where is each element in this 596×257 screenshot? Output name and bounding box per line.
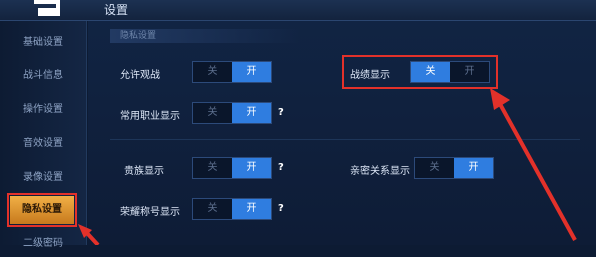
toggle-off-option[interactable]: 关 <box>415 158 454 178</box>
sidebar-item-controls[interactable]: 操作设置 <box>0 97 86 123</box>
toggle-on-option[interactable]: 开 <box>232 199 271 219</box>
settings-sidebar: 基础设置 战斗信息 操作设置 音效设置 录像设置 隐私设置 二级密码 <box>0 21 87 249</box>
toggle-on-option[interactable]: 开 <box>232 158 271 178</box>
setting-label-noble-display: 贵族显示 <box>124 166 164 177</box>
toggle-on-option[interactable]: 开 <box>232 62 271 82</box>
annotation-highlight-box <box>342 55 498 89</box>
toggle-allow-spectate[interactable]: 关 开 <box>192 61 272 83</box>
page-title: 设置 <box>104 3 129 17</box>
sidebar-item-privacy[interactable]: 隐私设置 <box>7 193 77 227</box>
setting-label-allow-spectate: 允许观战 <box>120 70 160 81</box>
section-title: 隐私设置 <box>110 29 300 43</box>
help-icon[interactable]: ? <box>278 203 284 214</box>
help-icon[interactable]: ? <box>278 107 284 118</box>
help-icon[interactable]: ? <box>278 162 284 173</box>
toggle-on-option[interactable]: 开 <box>454 158 493 178</box>
sidebar-item-replay[interactable]: 录像设置 <box>0 165 86 191</box>
top-bar: 设置 <box>0 0 596 21</box>
toggle-common-roles[interactable]: 关 开 <box>192 102 272 124</box>
setting-label-common-roles: 常用职业显示 <box>120 111 180 122</box>
sidebar-item-basic-settings[interactable]: 基础设置 <box>0 30 86 56</box>
toggle-off-option[interactable]: 关 <box>193 103 232 123</box>
sidebar-item-battle-info[interactable]: 战斗信息 <box>0 63 86 89</box>
toggle-on-option[interactable]: 开 <box>232 103 271 123</box>
sidebar-item-sound[interactable]: 音效设置 <box>0 131 86 157</box>
toggle-intimacy-display[interactable]: 关 开 <box>414 157 494 179</box>
sidebar-item-secondary-password[interactable]: 二级密码 <box>0 231 86 257</box>
setting-label-intimacy-display: 亲密关系显示 <box>350 166 410 177</box>
setting-label-honor-title: 荣耀称号显示 <box>120 207 180 218</box>
settings-panel: 隐私设置 允许观战 关 开 战绩显示 关 开 常用职业显示 关 开 ? 贵族显示… <box>88 21 596 245</box>
toggle-off-option[interactable]: 关 <box>193 62 232 82</box>
toggle-off-option[interactable]: 关 <box>193 158 232 178</box>
toggle-noble-display[interactable]: 关 开 <box>192 157 272 179</box>
back-arrow-icon[interactable] <box>28 0 68 20</box>
divider <box>110 139 580 140</box>
toggle-honor-title[interactable]: 关 开 <box>192 198 272 220</box>
toggle-off-option[interactable]: 关 <box>193 199 232 219</box>
